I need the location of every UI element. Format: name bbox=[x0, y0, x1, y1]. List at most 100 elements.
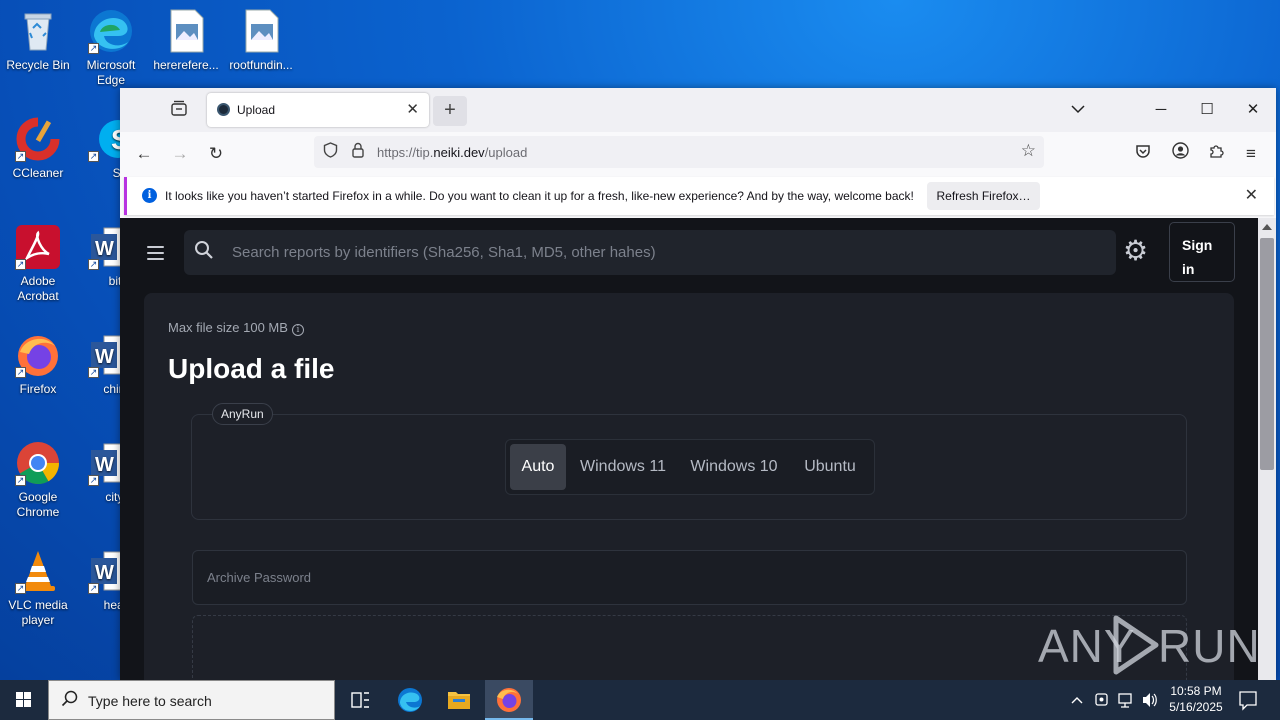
sign-in-button[interactable]: Sign in bbox=[1169, 222, 1235, 282]
forward-button[interactable]: → bbox=[166, 142, 194, 166]
desktop-icon-recycle-bin[interactable]: Recycle Bin bbox=[0, 8, 76, 73]
svg-text:W: W bbox=[95, 346, 114, 368]
desktop-icon-label: CCleaner bbox=[12, 166, 64, 180]
shortcut-arrow-icon: ↗ bbox=[88, 475, 99, 486]
os-segmented-control: Auto Windows 11 Windows 10 Ubuntu bbox=[505, 439, 875, 495]
tab-title: Upload bbox=[237, 103, 276, 117]
hamburger-menu-icon[interactable] bbox=[147, 246, 164, 264]
tray-meet-icon[interactable] bbox=[1094, 680, 1112, 720]
desktop-icon-firefox[interactable]: ↗ Firefox bbox=[0, 332, 76, 397]
account-icon[interactable] bbox=[1166, 142, 1194, 166]
volume-icon[interactable] bbox=[1141, 680, 1159, 720]
page-scrollbar[interactable] bbox=[1258, 218, 1276, 680]
svg-text:W: W bbox=[95, 562, 114, 584]
os-option-ubuntu[interactable]: Ubuntu bbox=[794, 444, 866, 490]
desktop-icon-microsoft-edge[interactable]: ↗ Microsoft Edge bbox=[73, 8, 149, 88]
desktop-icon-label: Recycle Bin bbox=[6, 58, 70, 72]
pocket-icon[interactable] bbox=[1129, 142, 1157, 166]
reload-button[interactable]: ↻ bbox=[202, 142, 230, 166]
address-bar[interactable]: https://tip.neiki.dev/upload ☆ bbox=[314, 136, 1044, 168]
list-all-tabs-button[interactable] bbox=[1055, 88, 1101, 132]
scroll-up-arrow-icon[interactable] bbox=[1262, 224, 1272, 230]
search-icon bbox=[194, 240, 214, 266]
vlc-icon: ↗ bbox=[15, 548, 61, 594]
info-icon: i bbox=[142, 188, 157, 203]
watermark-text-run: RUN bbox=[1158, 620, 1258, 672]
svg-text:W: W bbox=[95, 238, 114, 260]
image-file-icon bbox=[238, 8, 284, 54]
desktop-icon-image-file-1[interactable]: hererefere... bbox=[148, 8, 224, 73]
microsoft-edge-icon: ↗ bbox=[88, 8, 134, 54]
archive-password-placeholder: Archive Password bbox=[207, 570, 312, 585]
desktop-icon-google-chrome[interactable]: ↗ Google Chrome bbox=[0, 440, 76, 520]
archive-password-input[interactable]: Archive Password bbox=[192, 550, 1187, 605]
desktop-icon-label: Google Chrome bbox=[16, 490, 60, 519]
lock-icon[interactable] bbox=[351, 142, 365, 162]
os-option-windows-11[interactable]: Windows 11 bbox=[572, 444, 674, 490]
back-button[interactable]: ← bbox=[130, 142, 158, 166]
os-option-windows-10[interactable]: Windows 10 bbox=[680, 444, 788, 490]
url-text[interactable]: https://tip.neiki.dev/upload bbox=[377, 145, 527, 160]
report-search-input[interactable]: Search reports by identifiers (Sha256, S… bbox=[184, 230, 1116, 275]
desktop-icon-label: VLC media player bbox=[8, 598, 68, 627]
url-path: /upload bbox=[484, 145, 528, 160]
notification-message: It looks like you haven’t started Firefo… bbox=[165, 189, 914, 203]
search-icon bbox=[61, 690, 78, 712]
task-view-button[interactable] bbox=[336, 680, 384, 720]
shortcut-arrow-icon: ↗ bbox=[15, 367, 26, 378]
minimize-button[interactable]: ─ bbox=[1138, 88, 1184, 132]
desktop-icon-ccleaner[interactable]: ↗ CCleaner bbox=[0, 116, 76, 181]
recycle-bin-icon bbox=[15, 8, 61, 54]
taskbar-firefox-icon[interactable] bbox=[485, 680, 533, 720]
taskbar-edge-icon[interactable] bbox=[386, 680, 434, 720]
start-button[interactable] bbox=[0, 680, 48, 720]
notification-bar: i It looks like you haven’t started Fire… bbox=[124, 177, 1274, 215]
menu-icon[interactable]: ≡ bbox=[1237, 142, 1265, 166]
svg-text:W: W bbox=[95, 454, 114, 476]
maximize-button[interactable]: ☐ bbox=[1184, 88, 1230, 132]
refresh-firefox-button[interactable]: Refresh Firefox… bbox=[927, 182, 1040, 210]
bookmark-star-icon[interactable]: ☆ bbox=[1021, 141, 1036, 161]
firefox-window: Upload ✕ + ─ ☐ ✕ ← → ↻ ≡ https://tip.nei… bbox=[120, 88, 1276, 680]
show-hidden-icons-chevron-icon[interactable] bbox=[1070, 680, 1086, 720]
max-file-size-note: Max file size 100 MB i bbox=[168, 320, 304, 336]
windows-taskbar: Type here to search 10:58 PM 5/16/2025 bbox=[0, 680, 1280, 720]
clock-time: 10:58 PM bbox=[1170, 684, 1222, 698]
new-tab-button[interactable]: + bbox=[433, 96, 467, 126]
desktop-icon-vlc[interactable]: ↗ VLC media player bbox=[0, 548, 76, 628]
scrollbar-thumb[interactable] bbox=[1260, 238, 1274, 470]
url-domain: neiki.dev bbox=[433, 145, 485, 160]
site-favicon-icon bbox=[217, 103, 230, 116]
shortcut-arrow-icon: ↗ bbox=[15, 475, 26, 486]
taskbar-search-box[interactable]: Type here to search bbox=[48, 680, 335, 720]
network-icon[interactable] bbox=[1117, 680, 1137, 720]
system-clock[interactable]: 10:58 PM 5/16/2025 bbox=[1160, 683, 1232, 715]
firefox-view-button[interactable] bbox=[168, 100, 190, 120]
url-prefix: https://tip. bbox=[377, 145, 434, 160]
shortcut-arrow-icon: ↗ bbox=[15, 259, 26, 270]
desktop-icon-adobe-acrobat[interactable]: ↗ Adobe Acrobat bbox=[0, 224, 76, 304]
gear-icon[interactable]: ⚙ bbox=[1123, 234, 1148, 267]
info-circle-icon[interactable]: i bbox=[291, 324, 304, 336]
shortcut-arrow-icon: ↗ bbox=[15, 583, 26, 594]
desktop-icon-label: hererefere... bbox=[153, 58, 219, 72]
desktop-icon-image-file-2[interactable]: rootfundin... bbox=[223, 8, 299, 73]
shortcut-arrow-icon: ↗ bbox=[88, 151, 99, 162]
page-title: Upload a file bbox=[168, 353, 335, 384]
ccleaner-icon: ↗ bbox=[15, 116, 61, 162]
shortcut-arrow-icon: ↗ bbox=[88, 259, 99, 270]
sandbox-tag-anyrun[interactable]: AnyRun bbox=[212, 403, 273, 425]
tab-bar: Upload ✕ + ─ ☐ ✕ bbox=[120, 88, 1276, 132]
taskbar-file-explorer-icon[interactable] bbox=[435, 680, 483, 720]
close-tab-icon[interactable]: ✕ bbox=[406, 100, 419, 118]
tab-upload[interactable]: Upload ✕ bbox=[207, 93, 429, 127]
extensions-icon[interactable] bbox=[1202, 142, 1230, 166]
max-file-size-text: Max file size 100 MB bbox=[168, 320, 288, 335]
tracking-protection-shield-icon[interactable] bbox=[323, 142, 338, 162]
notification-center-icon[interactable] bbox=[1238, 680, 1258, 720]
close-notification-icon[interactable]: ✕ bbox=[1245, 185, 1258, 205]
close-window-button[interactable]: ✕ bbox=[1230, 88, 1276, 132]
adobe-acrobat-icon: ↗ bbox=[15, 224, 61, 270]
os-option-auto[interactable]: Auto bbox=[510, 444, 566, 490]
shortcut-arrow-icon: ↗ bbox=[88, 367, 99, 378]
